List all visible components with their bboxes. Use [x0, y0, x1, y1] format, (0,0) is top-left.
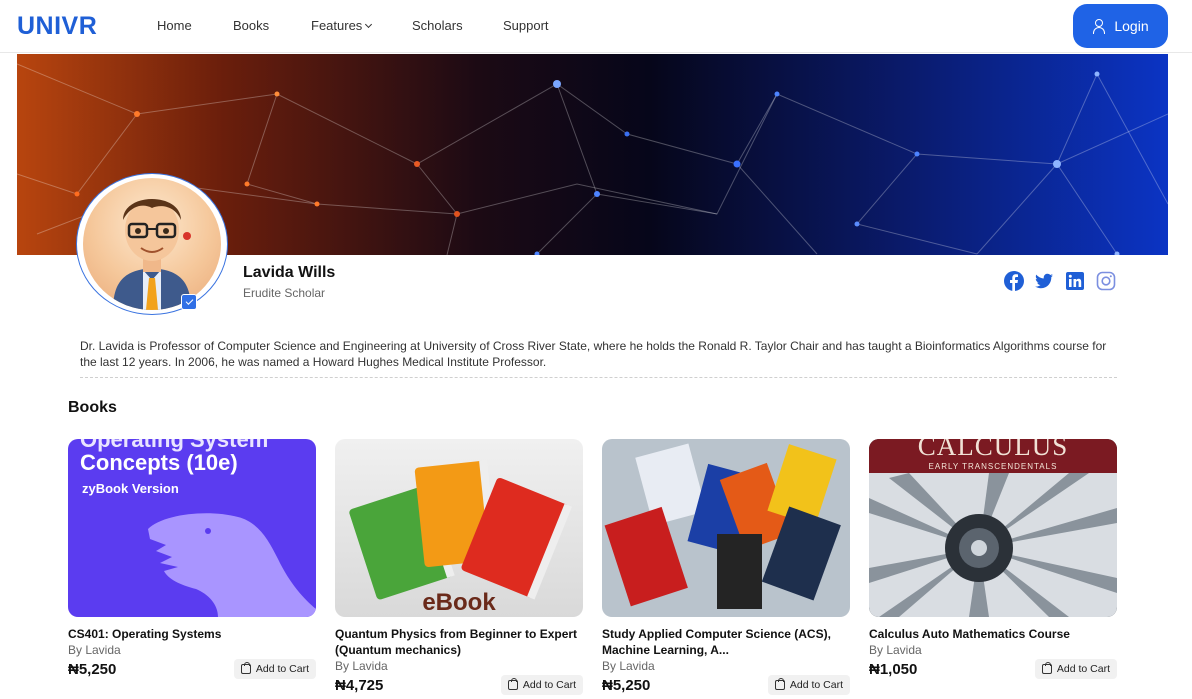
book-cover[interactable]: Operating System Concepts (10e) zyBook V… — [68, 439, 316, 617]
facebook-icon[interactable] — [1004, 271, 1024, 291]
linkedin-icon[interactable] — [1065, 271, 1085, 291]
profile-name: Lavida Wills — [243, 264, 336, 281]
nav-link-books[interactable]: Books — [233, 18, 269, 33]
instagram-icon[interactable] — [1096, 271, 1116, 291]
nav-link-support[interactable]: Support — [503, 18, 549, 33]
book-card[interactable]: CALCULUS EARLY TRANSCENDENTALS Calculus … — [869, 439, 1117, 679]
book-cover[interactable]: CALCULUS EARLY TRANSCENDENTALS — [869, 439, 1117, 617]
twitter-icon[interactable] — [1034, 271, 1054, 291]
login-button[interactable]: Login — [1073, 4, 1168, 48]
profile-bio: Dr. Lavida is Professor of Computer Scie… — [80, 339, 1107, 369]
shopping-bag-icon — [240, 662, 251, 674]
shopping-bag-icon — [507, 678, 518, 690]
avatar[interactable] — [83, 178, 221, 310]
nav-link-scholars[interactable]: Scholars — [412, 18, 463, 33]
user-icon — [1092, 19, 1106, 34]
book-title[interactable]: Study Applied Computer Science (ACS), Ma… — [602, 626, 850, 658]
book-price: ₦5,250 — [68, 660, 117, 678]
top-navbar: UNIVR Home Books Features Scholars Suppo… — [0, 0, 1192, 53]
book-author: By Lavida — [68, 643, 121, 657]
profile-title: Erudite Scholar — [243, 286, 326, 300]
book-title[interactable]: Calculus Auto Mathematics Course — [869, 626, 1117, 642]
avatar-illustration — [113, 199, 191, 310]
login-button-label: Login — [1114, 18, 1149, 34]
book-title[interactable]: Quantum Physics from Beginner to Expert … — [335, 626, 583, 658]
book-title[interactable]: CS401: Operating Systems — [68, 626, 316, 642]
shopping-bag-icon — [1041, 662, 1052, 674]
book-cover[interactable]: eBook — [335, 439, 583, 617]
book-cover[interactable] — [602, 439, 850, 617]
book-author: By Lavida — [335, 659, 388, 673]
book-price: ₦4,725 — [335, 676, 384, 694]
dinosaur-illustration — [148, 513, 316, 617]
book-price: ₦1,050 — [869, 660, 918, 678]
books-section-title: Books — [68, 399, 117, 416]
book-price: ₦5,250 — [602, 676, 651, 694]
add-to-cart-label: Add to Cart — [255, 663, 309, 675]
divider — [80, 377, 1117, 378]
add-to-cart-button[interactable]: Add to Cart — [500, 675, 583, 695]
add-to-cart-button[interactable]: Add to Cart — [767, 675, 850, 695]
site-logo[interactable]: UNIVR — [17, 12, 97, 41]
nav-link-features[interactable]: Features — [311, 18, 373, 33]
book-card[interactable]: eBook Quantum Physics from Beginner to E… — [335, 439, 583, 695]
add-to-cart-label: Add to Cart — [1056, 663, 1110, 675]
book-card[interactable]: Operating System Concepts (10e) zyBook V… — [68, 439, 316, 679]
cover-text: EARLY TRANSCENDENTALS — [928, 462, 1058, 471]
nav-link-features-label: Features — [311, 18, 363, 33]
shopping-bag-icon — [774, 678, 785, 690]
add-to-cart-label: Add to Cart — [522, 679, 576, 691]
add-to-cart-button[interactable]: Add to Cart — [1034, 659, 1117, 679]
verified-badge-icon — [181, 294, 197, 310]
nav-link-home[interactable]: Home — [157, 18, 192, 33]
turbine-illustration — [869, 473, 1117, 617]
add-to-cart-button[interactable]: Add to Cart — [233, 659, 316, 679]
book-author: By Lavida — [602, 659, 655, 673]
cover-text: eBook — [422, 589, 496, 616]
cover-text: CALCULUS — [917, 439, 1069, 461]
book-author: By Lavida — [869, 643, 922, 657]
add-to-cart-label: Add to Cart — [789, 679, 843, 691]
chevron-down-icon — [365, 20, 373, 29]
book-stack-photo — [604, 443, 841, 609]
book-card[interactable]: Study Applied Computer Science (ACS), Ma… — [602, 439, 850, 695]
